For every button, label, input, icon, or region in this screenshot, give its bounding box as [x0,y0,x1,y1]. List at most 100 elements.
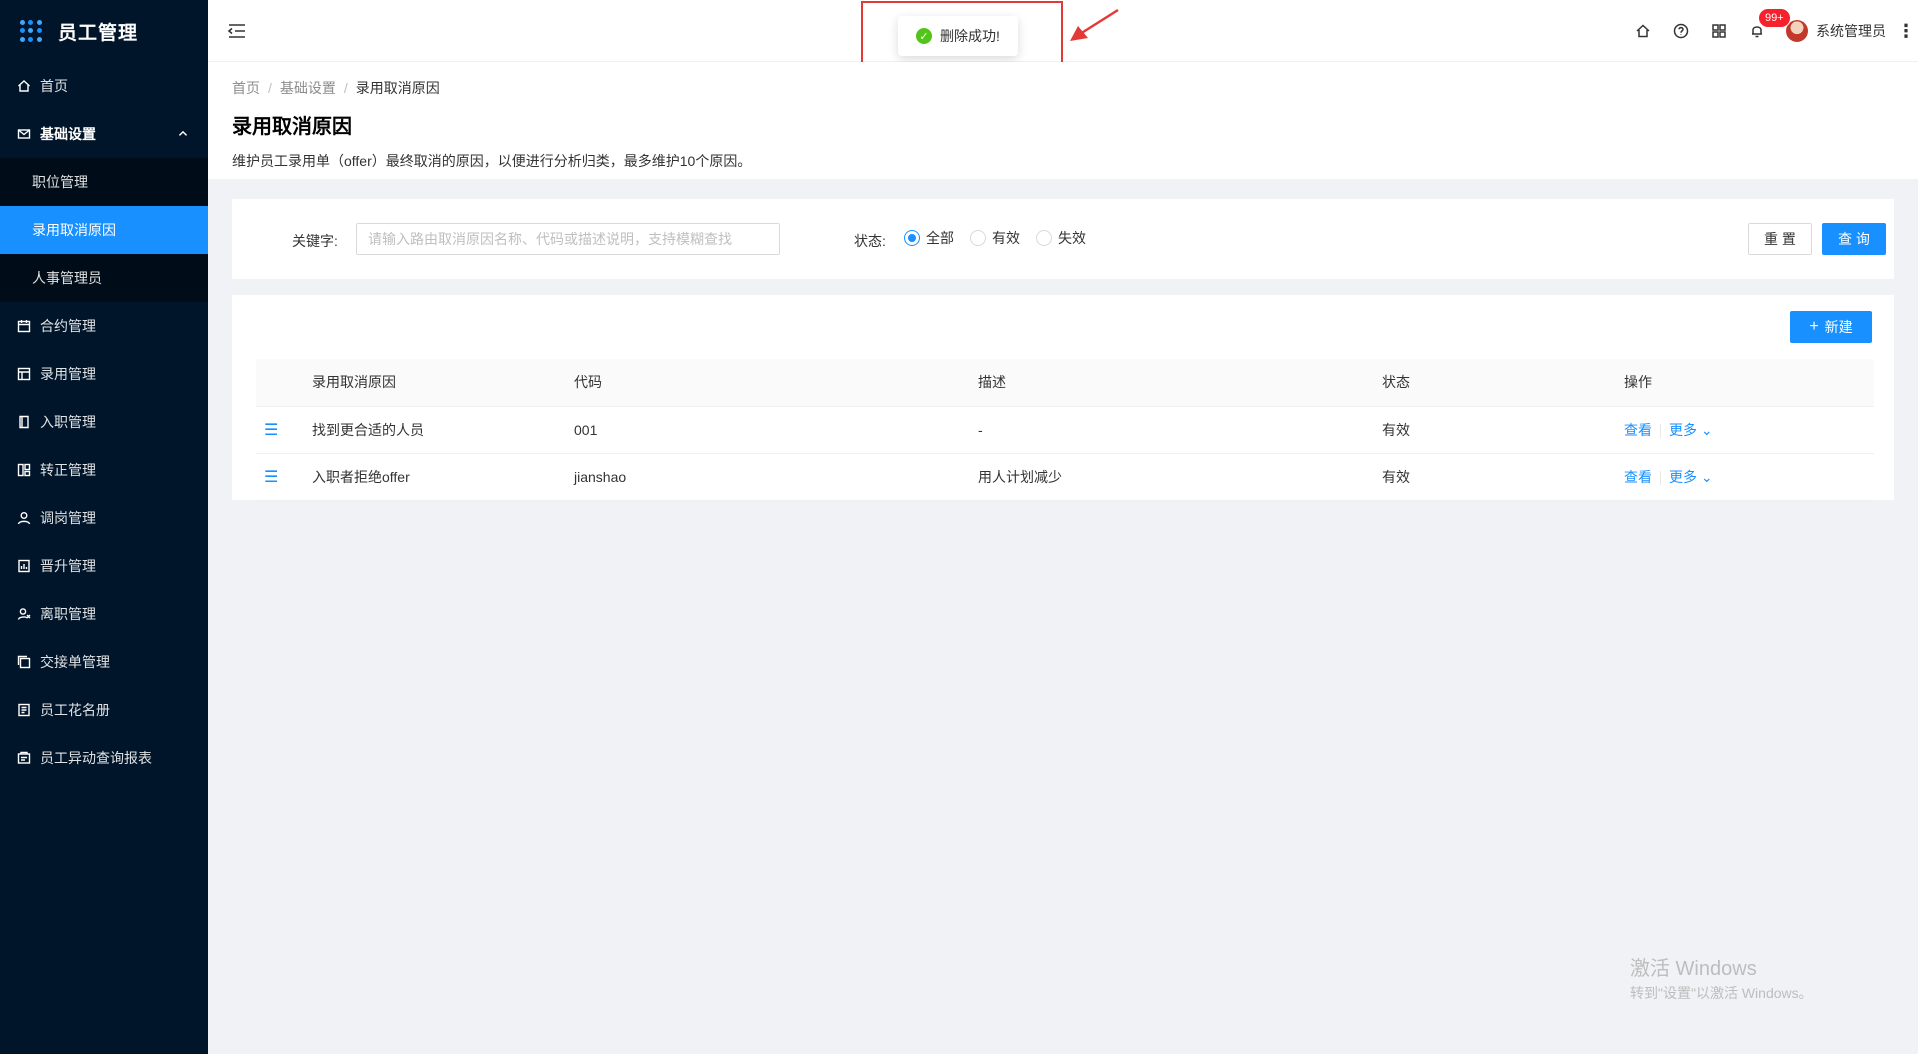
status-label: 状态: [854,233,886,249]
sidebar-item-label: 交接单管理 [40,654,110,670]
status-radio-valid[interactable]: 有效 [970,228,1020,248]
column-header-drag [256,359,312,407]
top-header: 99+ 系统管理员 ⋮ [208,0,1918,62]
windows-activation-watermark: 激活 Windows 转到"设置"以激活 Windows。 [1630,952,1813,1003]
calendar-icon [16,318,32,334]
sidebar-item-home[interactable]: 首页 [0,62,208,110]
view-link[interactable]: 查看 [1624,422,1652,438]
breadcrumb-basic-settings[interactable]: 基础设置 [280,80,336,96]
user-leave-icon [16,606,32,622]
more-dropdown[interactable]: 更多 ⌄ [1669,422,1713,438]
divider [1660,423,1661,438]
book-icon [16,414,32,430]
sidebar-item-change-report[interactable]: 员工异动查询报表 [0,734,208,782]
user-icon [16,510,32,526]
cell-actions: 查看 更多 ⌄ [1624,453,1874,501]
breadcrumb-home[interactable]: 首页 [232,80,260,96]
breadcrumb-separator: / [268,80,272,96]
app-title: 员工管理 [58,22,139,44]
view-link[interactable]: 查看 [1624,469,1652,485]
search-panel: 关键字: 状态: 全部 有效 失效 重 置 查 询 [232,199,1894,279]
submenu-basic-settings: 职位管理 录用取消原因 人事管理员 [0,158,208,302]
page-header: 首页 / 基础设置 / 录用取消原因 录用取消原因 维护员工录用单（offer）最终取消… [208,62,1918,179]
app-logo[interactable]: 员工管理 [0,0,208,62]
sidebar-item-hr-admin[interactable]: 人事管理员 [0,254,208,302]
layout-icon [16,462,32,478]
column-header: 录用取消原因 [312,359,574,407]
bell-icon[interactable]: 99+ [1738,0,1791,62]
sidebar-item-hiring[interactable]: 录用管理 [0,350,208,398]
sidebar-item-label: 员工异动查询报表 [40,750,152,766]
more-label: 更多 [1669,468,1697,485]
sidebar-item-handover[interactable]: 交接单管理 [0,638,208,686]
table-row: ☰ 入职者拒绝offer jianshao 用人计划减少 有效 查看 更多 ⌄ [256,453,1874,501]
keyword-input[interactable] [356,223,780,255]
new-button[interactable]: + 新建 [1790,311,1872,343]
grid-icon[interactable] [1700,0,1738,62]
table-icon [16,366,32,382]
sidebar-item-label: 晋升管理 [40,558,96,574]
sidebar-item-label: 首页 [40,78,68,94]
more-vertical-icon[interactable]: ⋮ [1894,0,1918,62]
sidebar-item-label: 人事管理员 [32,270,102,286]
drag-handle-icon[interactable]: ☰ [256,469,278,486]
cell-reason: 找到更合适的人员 [312,406,574,454]
sidebar-item-position[interactable]: 职位管理 [0,158,208,206]
radio-label: 失效 [1058,230,1086,246]
cell-reason: 入职者拒绝offer [312,453,574,501]
status-radio-invalid[interactable]: 失效 [1036,228,1086,248]
reasons-table: 录用取消原因 代码 描述 状态 操作 ☰ 找到更合适的人员 001 - 有效 查… [256,359,1874,501]
breadcrumb-separator: / [343,80,348,96]
status-radio-group: 全部 有效 失效 [904,228,1102,248]
radio-checked-icon [904,230,920,246]
page-description: 维护员工录用单（offer）最终取消的原因，以便进行分析归类，最多维护10个原因… [232,153,752,169]
cell-status: 有效 [1382,406,1624,454]
sidebar-item-basic-settings[interactable]: 基础设置 [0,110,208,158]
sidebar-item-regularization[interactable]: 转正管理 [0,446,208,494]
sidebar-item-roster[interactable]: 员工花名册 [0,686,208,734]
report-icon [16,750,32,766]
copy-icon [16,654,32,670]
table-panel: + 新建 录用取消原因 代码 描述 状态 操作 ☰ 找到更合适的人员 001 -… [232,295,1894,501]
sidebar-item-label: 入职管理 [40,414,96,430]
watermark-line2: 转到"设置"以激活 Windows。 [1630,985,1813,1001]
breadcrumb-current: 录用取消原因 [355,80,440,96]
column-header: 状态 [1382,359,1624,407]
sidebar-item-resignation[interactable]: 离职管理 [0,590,208,638]
column-header: 操作 [1624,359,1874,407]
help-icon[interactable] [1662,0,1700,62]
query-button[interactable]: 查 询 [1822,223,1886,255]
sidebar-item-label: 离职管理 [40,606,96,622]
drag-handle-icon[interactable]: ☰ [256,422,278,439]
home-icon[interactable] [1624,0,1662,62]
status-radio-all[interactable]: 全部 [904,228,954,248]
radio-unchecked-icon [970,230,986,246]
more-dropdown[interactable]: 更多 ⌄ [1669,469,1713,485]
column-header: 代码 [574,359,978,407]
sidebar-item-onboarding[interactable]: 入职管理 [0,398,208,446]
toast-message: 删除成功! [940,28,1000,44]
check-circle-icon: ✓ [916,28,932,44]
cell-desc: - [978,406,1382,454]
plus-icon: + [1809,318,1819,335]
home-icon [16,78,32,94]
reset-button[interactable]: 重 置 [1748,223,1812,255]
sidebar-item-cancel-reason[interactable]: 录用取消原因 [0,206,208,254]
breadcrumb: 首页 / 基础设置 / 录用取消原因 [232,78,1918,98]
annotation-arrow-icon [1070,8,1119,41]
sidebar-item-contract[interactable]: 合约管理 [0,302,208,350]
sidebar-item-label: 录用取消原因 [32,222,116,238]
cell-code: jianshao [574,453,978,501]
radio-label: 有效 [992,230,1020,246]
user-menu[interactable]: 系统管理员 [1776,0,1894,62]
cell-actions: 查看 更多 ⌄ [1624,406,1874,454]
sidebar: 员工管理 首页 基础设置 职位管理 录用取消原因 人事管理员 合约管理 录用管理… [0,0,208,1054]
user-name: 系统管理员 [1816,23,1886,39]
chevron-up-icon [178,126,188,142]
sidebar-item-promotion[interactable]: 晋升管理 [0,542,208,590]
sidebar-item-transfer[interactable]: 调岗管理 [0,494,208,542]
apps-grid-icon [20,20,42,42]
menu-fold-icon[interactable] [226,20,248,42]
header-actions: 99+ 系统管理员 ⋮ [1624,0,1918,62]
roster-icon [16,702,32,718]
